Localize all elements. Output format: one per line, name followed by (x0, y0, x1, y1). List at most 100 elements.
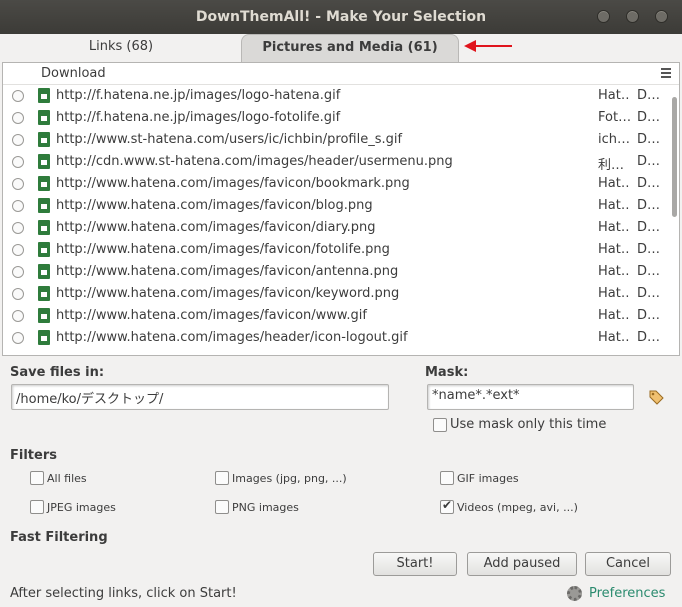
row-radio[interactable] (12, 288, 24, 300)
filter-videos-label: Videos (mpeg, avi, ...) (457, 501, 578, 514)
row-description: 利… (598, 158, 625, 173)
fast-filtering-heading: Fast Filtering (10, 530, 108, 545)
row-radio[interactable] (12, 310, 24, 322)
row-description: Hat… (598, 198, 630, 213)
row-radio[interactable] (12, 244, 24, 256)
row-url: http://www.hatena.com/images/favicon/dia… (56, 220, 376, 235)
file-icon (38, 132, 50, 147)
row-extra: D… (637, 264, 661, 279)
list-item[interactable]: http://f.hatena.ne.jp/images/logo-hatena… (3, 85, 667, 107)
file-icon (38, 110, 50, 125)
list-item[interactable]: http://www.hatena.com/images/favicon/dia… (3, 217, 667, 239)
row-extra: D… (637, 110, 661, 125)
title-bar: DownThemAll! - Make Your Selection (0, 0, 682, 34)
list-item[interactable]: http://f.hatena.ne.jp/images/logo-fotoli… (3, 107, 667, 129)
list-item[interactable]: http://www.hatena.com/images/favicon/blo… (3, 195, 667, 217)
row-url: http://www.hatena.com/images/favicon/fot… (56, 242, 390, 257)
list-scrollbar[interactable] (672, 97, 677, 217)
row-radio[interactable] (12, 200, 24, 212)
row-radio[interactable] (12, 156, 24, 168)
row-extra: D… (637, 88, 661, 103)
row-extra: D… (637, 242, 661, 257)
row-radio[interactable] (12, 134, 24, 146)
row-radio[interactable] (12, 222, 24, 234)
row-radio[interactable] (12, 178, 24, 190)
tab-pictures-and-media[interactable]: Pictures and Media (61) (241, 34, 459, 62)
row-url: http://www.hatena.com/images/favicon/ant… (56, 264, 399, 279)
row-url: http://f.hatena.ne.jp/images/logo-fotoli… (56, 110, 341, 125)
row-extra: D… (637, 132, 661, 147)
filter-gif-checkbox[interactable] (440, 471, 454, 485)
mask-input[interactable]: *name*.*ext* (427, 384, 634, 410)
list-item[interactable]: http://www.hatena.com/images/header/icon… (3, 327, 667, 349)
filter-all-files-label: All files (47, 472, 87, 485)
filter-jpeg-checkbox[interactable] (30, 500, 44, 514)
row-description: Hat… (598, 330, 630, 345)
list-item[interactable]: http://cdn.www.st-hatena.com/images/head… (3, 151, 667, 173)
row-description: Hat… (598, 88, 630, 103)
mask-label: Mask: (425, 365, 469, 380)
row-extra: D… (637, 220, 661, 235)
row-radio[interactable] (12, 266, 24, 278)
use-mask-once-checkbox[interactable] (433, 418, 447, 432)
filter-all-files-checkbox[interactable] (30, 471, 44, 485)
filter-images-label: Images (jpg, png, ...) (232, 472, 347, 485)
row-extra: D… (637, 198, 661, 213)
list-item[interactable]: http://www.hatena.com/images/favicon/boo… (3, 173, 667, 195)
tag-icon[interactable] (648, 389, 664, 405)
file-icon (38, 308, 50, 323)
row-extra: D… (637, 286, 661, 301)
row-url: http://www.hatena.com/images/header/icon… (56, 330, 408, 345)
filter-images-checkbox[interactable] (215, 471, 229, 485)
file-icon (38, 198, 50, 213)
gear-icon (567, 586, 582, 601)
row-url: http://www.hatena.com/images/favicon/key… (56, 286, 400, 301)
row-url: http://www.hatena.com/images/favicon/www… (56, 308, 367, 323)
column-download[interactable]: Download (41, 66, 106, 81)
list-item[interactable]: http://www.hatena.com/images/favicon/key… (3, 283, 667, 305)
annotation-arrow (464, 40, 514, 52)
list-item[interactable]: http://www.st-hatena.com/users/ic/ichbin… (3, 129, 667, 151)
preferences-label: Preferences (589, 586, 666, 601)
column-picker-icon[interactable] (661, 68, 671, 78)
list-item[interactable]: http://www.hatena.com/images/favicon/ant… (3, 261, 667, 283)
filter-videos-checkbox[interactable] (440, 498, 454, 514)
row-radio[interactable] (12, 112, 24, 124)
list-header: Download (3, 63, 679, 85)
row-radio[interactable] (12, 90, 24, 102)
minimize-button[interactable] (597, 10, 610, 23)
start-button[interactable]: Start! (373, 552, 457, 576)
add-paused-button[interactable]: Add paused (467, 552, 577, 576)
row-extra: D… (637, 308, 661, 323)
filter-gif-label: GIF images (457, 472, 519, 485)
filter-jpeg-label: JPEG images (47, 501, 116, 514)
file-icon (38, 264, 50, 279)
file-icon (38, 220, 50, 235)
row-url: http://www.hatena.com/images/favicon/boo… (56, 176, 410, 191)
row-url: http://www.st-hatena.com/users/ic/ichbin… (56, 132, 403, 147)
tab-links[interactable]: Links (68) (21, 34, 221, 62)
row-url: http://cdn.www.st-hatena.com/images/head… (56, 154, 453, 169)
row-radio[interactable] (12, 332, 24, 344)
file-icon (38, 286, 50, 301)
tab-bar: Links (68) Pictures and Media (61) (1, 34, 681, 62)
maximize-button[interactable] (626, 10, 639, 23)
row-extra: D… (637, 154, 661, 169)
row-description: Hat… (598, 308, 630, 323)
list-item[interactable]: http://www.hatena.com/images/favicon/fot… (3, 239, 667, 261)
row-description: Hat… (598, 264, 630, 279)
file-icon (38, 242, 50, 257)
file-icon (38, 330, 50, 345)
filter-png-checkbox[interactable] (215, 500, 229, 514)
list-item[interactable]: http://www.hatena.com/images/favicon/www… (3, 305, 667, 327)
cancel-button[interactable]: Cancel (585, 552, 671, 576)
save-files-label: Save files in: (10, 365, 105, 380)
save-path-input[interactable]: /home/ko/デスクトップ/ (11, 384, 389, 410)
status-text: After selecting links, click on Start! (10, 586, 237, 601)
download-list[interactable]: Download http://f.hatena.ne.jp/images/lo… (2, 62, 680, 356)
close-button[interactable] (655, 10, 668, 23)
file-icon (38, 154, 50, 169)
arrow-shaft (474, 45, 512, 47)
row-description: Fot… (598, 110, 630, 125)
file-icon (38, 176, 50, 191)
